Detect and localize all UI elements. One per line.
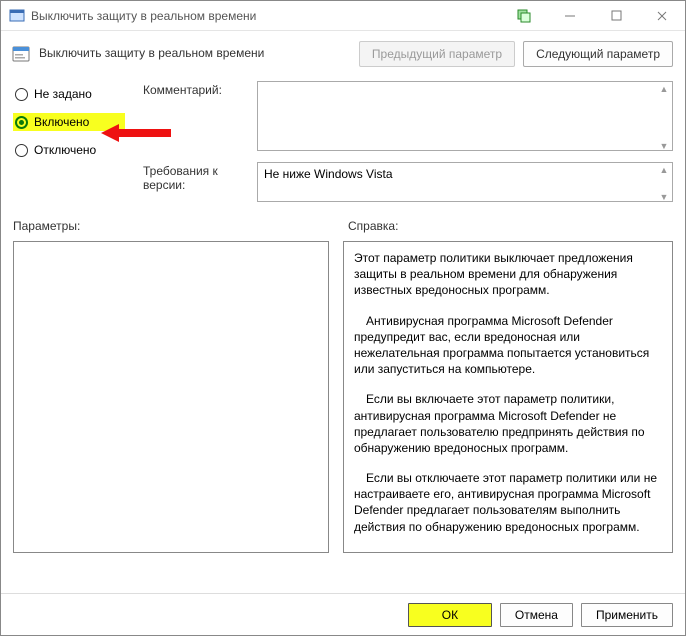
radio-disabled[interactable]: Отключено xyxy=(13,141,125,159)
app-icon xyxy=(9,8,25,24)
requirements-textarea xyxy=(257,162,673,202)
panels-header: Параметры: Справка: xyxy=(1,205,685,237)
window-title: Выключить защиту в реальном времени xyxy=(31,9,501,23)
help-label: Справка: xyxy=(348,219,663,233)
maximize-button[interactable] xyxy=(593,1,639,30)
policy-icon xyxy=(11,44,31,64)
radio-label: Включено xyxy=(34,115,89,129)
ok-button[interactable]: ОК xyxy=(408,603,492,627)
header: Выключить защиту в реальном времени Пред… xyxy=(1,31,685,77)
help-paragraph: Если вы отключаете этот параметр политик… xyxy=(354,470,662,535)
radio-group: Не задано Включено Отключено xyxy=(13,81,125,205)
next-setting-button[interactable]: Следующий параметр xyxy=(523,41,673,67)
comment-textarea[interactable] xyxy=(257,81,673,151)
radio-not-configured[interactable]: Не задано xyxy=(13,85,125,103)
panels: Этот параметр политики выключает предлож… xyxy=(1,237,685,553)
help-panel: Этот параметр политики выключает предлож… xyxy=(343,241,673,553)
help-paragraph: Если вы включаете этот параметр политики… xyxy=(354,391,662,456)
help-paragraph: Антивирусная программа Microsoft Defende… xyxy=(354,313,662,378)
policy-title: Выключить защиту в реальном времени xyxy=(39,47,351,60)
minimize-button[interactable] xyxy=(547,1,593,30)
params-label: Параметры: xyxy=(13,219,328,233)
cancel-button[interactable]: Отмена xyxy=(500,603,573,627)
fields-column: Комментарий: ▲ ▼ Требования к версии: ▲ … xyxy=(143,81,673,205)
radio-enabled[interactable]: Включено xyxy=(13,113,125,131)
prev-setting-button[interactable]: Предыдущий параметр xyxy=(359,41,515,67)
titlebar: Выключить защиту в реальном времени xyxy=(1,1,685,31)
radio-label: Отключено xyxy=(34,143,96,157)
copy-icon[interactable] xyxy=(501,1,547,30)
settings-area: Не задано Включено Отключено Комментарий… xyxy=(1,77,685,205)
comment-row: Комментарий: ▲ ▼ xyxy=(143,81,673,154)
close-button[interactable] xyxy=(639,1,685,30)
requirements-label: Требования к версии: xyxy=(143,162,247,205)
radio-label: Не задано xyxy=(34,87,92,101)
comment-label: Комментарий: xyxy=(143,81,247,154)
apply-button[interactable]: Применить xyxy=(581,603,673,627)
footer: ОК Отмена Применить xyxy=(1,593,685,635)
help-paragraph: Этот параметр политики выключает предлож… xyxy=(354,250,662,299)
window-buttons xyxy=(501,1,685,30)
requirements-row: Требования к версии: ▲ ▼ xyxy=(143,162,673,205)
params-panel xyxy=(13,241,329,553)
